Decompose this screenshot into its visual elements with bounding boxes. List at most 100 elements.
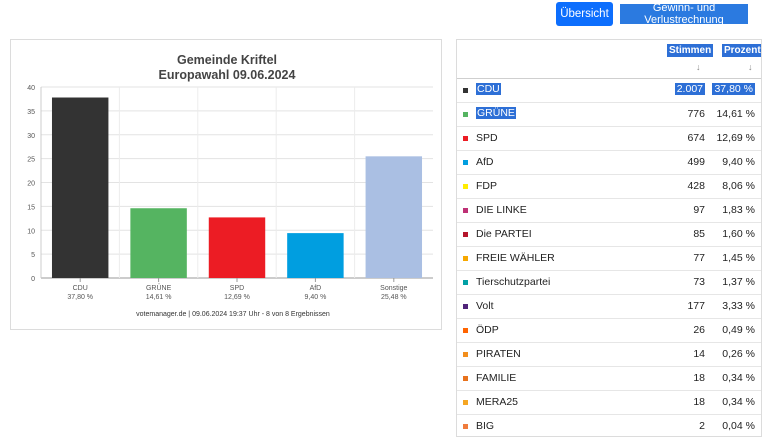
party-color-swatch	[463, 352, 468, 357]
party-name: FREIE WÄHLER	[476, 252, 555, 264]
party-votes: 77	[693, 252, 705, 264]
table-row[interactable]: ÖDP 26 0,49 %	[457, 319, 761, 343]
sort-arrow-icon[interactable]: ↓	[696, 62, 701, 72]
party-name: BIG	[476, 420, 495, 432]
party-votes: 674	[687, 132, 705, 144]
party-votes: 2.007	[674, 83, 705, 95]
table-row[interactable]: FDP 428 8,06 %	[457, 175, 761, 199]
party-votes: 2	[699, 420, 705, 432]
party-percent: 12,69 %	[716, 132, 755, 144]
x-tick-label: Sonstige	[380, 285, 407, 292]
party-votes: 85	[693, 228, 705, 240]
party-color-swatch	[463, 256, 468, 261]
party-color-swatch	[463, 400, 468, 405]
x-value-label: 12,69 %	[224, 294, 250, 301]
chart-subtitle: Europawahl 09.06.2024	[159, 68, 296, 82]
y-tick-label: 20	[27, 181, 35, 188]
party-votes: 177	[687, 300, 705, 312]
party-color-swatch	[463, 136, 468, 141]
party-color-swatch	[463, 328, 468, 333]
party-color-swatch	[463, 112, 468, 117]
y-tick-label: 0	[31, 276, 35, 283]
table-row[interactable]: FAMILIE 18 0,34 %	[457, 367, 761, 391]
party-name: ÖDP	[476, 324, 499, 336]
party-percent: 0,49 %	[722, 324, 755, 336]
table-row[interactable]: CDU 2.007 37,80 %	[457, 79, 761, 103]
table-row[interactable]: Tierschutzpartei 73 1,37 %	[457, 271, 761, 295]
table-row[interactable]: Volt 177 3,33 %	[457, 295, 761, 319]
party-name: FDP	[476, 180, 497, 192]
bar-spd	[208, 217, 266, 278]
y-tick-label: 5	[31, 252, 35, 259]
party-name: Tierschutzpartei	[476, 276, 551, 288]
party-votes: 97	[693, 204, 705, 216]
party-color-swatch	[463, 424, 468, 429]
party-votes: 14	[693, 348, 705, 360]
table-header: Stimmen Prozent ↓ ↓	[457, 40, 761, 79]
chart-card: Gemeinde Kriftel Europawahl 09.06.2024 0 5 1…	[10, 39, 442, 330]
party-color-swatch	[463, 88, 468, 93]
table-row[interactable]: AfD 499 9,40 %	[457, 151, 761, 175]
party-percent: 14,61 %	[716, 108, 755, 120]
bar-afd	[287, 233, 344, 278]
party-name: AfD	[476, 156, 494, 168]
y-tick-label: 40	[27, 85, 35, 92]
party-percent: 9,40 %	[722, 156, 755, 168]
party-votes: 73	[693, 276, 705, 288]
party-color-swatch	[463, 376, 468, 381]
party-percent: 8,06 %	[722, 180, 755, 192]
table-row[interactable]: GRÜNE 776 14,61 %	[457, 103, 761, 127]
y-tick-label: 35	[27, 109, 35, 116]
party-percent: 0,04 %	[722, 420, 755, 432]
bar-sonstige	[365, 156, 423, 278]
x-value-label: 9,40 %	[305, 294, 327, 301]
table-row[interactable]: BIG 2 0,04 %	[457, 415, 761, 436]
party-color-swatch	[463, 304, 468, 309]
table-row[interactable]: Die PARTEI 85 1,60 %	[457, 223, 761, 247]
bar-grüne	[130, 208, 187, 278]
party-name: MERA25	[476, 396, 519, 408]
x-tick-label: GRÜNE	[146, 284, 172, 292]
party-votes: 18	[693, 396, 705, 408]
party-votes: 18	[693, 372, 705, 384]
x-tick-label: CDU	[73, 285, 88, 292]
x-value-label: 14,61 %	[146, 294, 172, 301]
percent-column-header[interactable]: Prozent	[722, 44, 761, 57]
party-votes: 26	[693, 324, 705, 336]
party-color-swatch	[463, 184, 468, 189]
party-color-swatch	[463, 232, 468, 237]
chart-title: Gemeinde Kriftel	[177, 53, 277, 67]
table-row[interactable]: PIRATEN 14 0,26 %	[457, 343, 761, 367]
bar-cdu	[51, 97, 109, 278]
x-tick-label: SPD	[230, 285, 244, 292]
chart-footer: votemanager.de | 09.06.2024 19:37 Uhr - …	[136, 311, 330, 318]
table-row[interactable]: MERA25 18 0,34 %	[457, 391, 761, 415]
party-color-swatch	[463, 208, 468, 213]
table-row[interactable]: SPD 674 12,69 %	[457, 127, 761, 151]
party-name: Volt	[476, 300, 494, 312]
x-tick-label: AfD	[310, 285, 322, 292]
party-votes: 776	[687, 108, 705, 120]
party-votes: 428	[687, 180, 705, 192]
party-name: CDU	[476, 83, 501, 95]
x-value-label: 37,80 %	[67, 294, 93, 301]
votes-column-header[interactable]: Stimmen	[667, 44, 714, 57]
party-name: GRÜNE	[476, 107, 516, 119]
y-tick-label: 15	[27, 204, 35, 211]
table-row[interactable]: FREIE WÄHLER 77 1,45 %	[457, 247, 761, 271]
party-percent: 1,45 %	[722, 252, 755, 264]
party-percent: 1,60 %	[722, 228, 755, 240]
party-percent: 37,80 %	[712, 83, 755, 95]
party-votes: 499	[687, 156, 705, 168]
table-row[interactable]: DIE LINKE 97 1,83 %	[457, 199, 761, 223]
party-color-swatch	[463, 160, 468, 165]
y-tick-label: 10	[27, 228, 35, 235]
sort-arrow-icon[interactable]: ↓	[748, 62, 753, 72]
party-color-swatch	[463, 280, 468, 285]
party-percent: 0,34 %	[722, 396, 755, 408]
profit-loss-button[interactable]: Gewinn- und Verlustrechnung	[620, 2, 748, 26]
overview-button[interactable]: Übersicht	[556, 2, 613, 26]
x-value-label: 25,48 %	[381, 294, 407, 301]
party-name: PIRATEN	[476, 348, 521, 360]
party-name: SPD	[476, 132, 498, 144]
